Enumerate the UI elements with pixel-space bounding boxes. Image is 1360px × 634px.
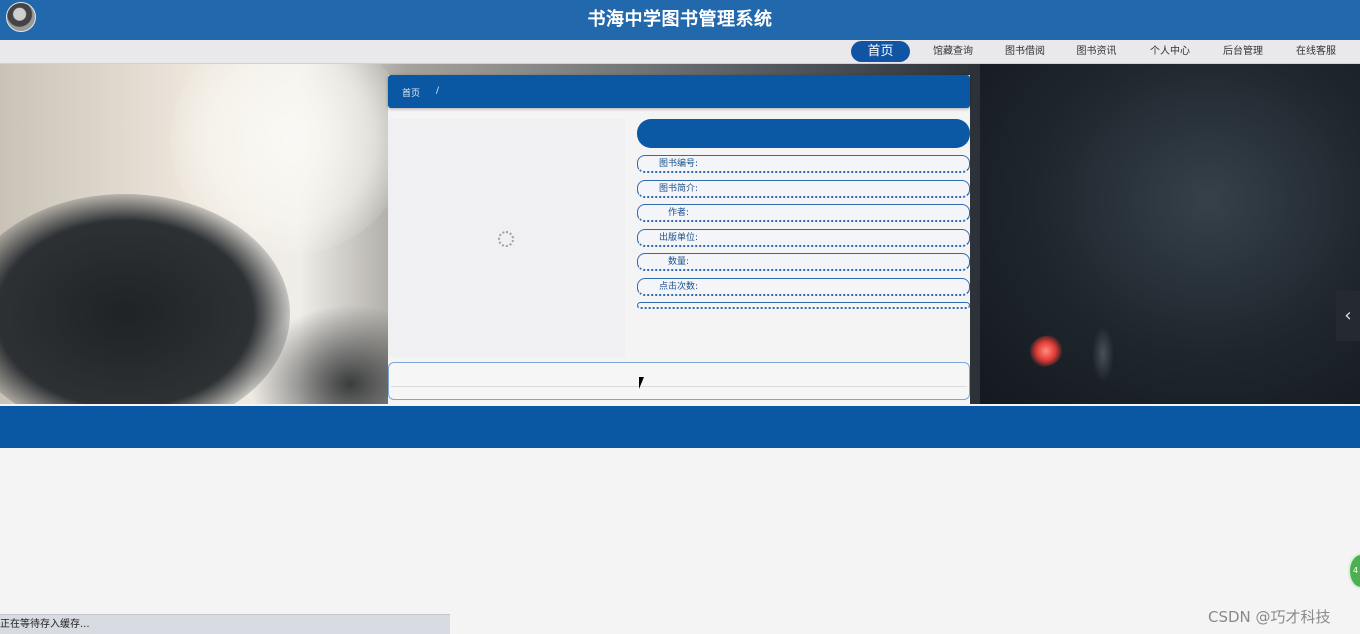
field-book-intro: 图书简介: — [637, 180, 970, 198]
field-empty — [637, 302, 970, 309]
field-book-number: 图书编号: — [637, 155, 970, 173]
book-detail-panel: 首页 / 图书编号: 图书简介: 作者: 出版单位: 数量: 点击次数: — [388, 75, 970, 405]
site-title: 书海中学图书管理系统 — [587, 9, 773, 30]
field-author: 作者: — [637, 204, 970, 222]
field-click-count: 点击次数: — [637, 278, 970, 296]
banner-haze — [1092, 326, 1114, 382]
site-header: 书海中学图书管理系统 — [0, 0, 1360, 40]
watermark: CSDN @巧才科技 — [1208, 608, 1331, 626]
breadcrumb: 首页 / — [388, 75, 970, 108]
field-label: 作者: — [668, 208, 690, 218]
breadcrumb-separator: / — [436, 86, 440, 96]
chevron-left-icon: ‹ — [1344, 305, 1352, 326]
field-label: 数量: — [668, 257, 690, 267]
nav-item-online-service[interactable]: 在线客服 — [1292, 44, 1340, 60]
divider — [391, 386, 967, 387]
loading-spinner-icon — [498, 231, 514, 247]
field-publisher: 出版单位: — [637, 229, 970, 247]
nav-item-admin[interactable]: 后台管理 — [1219, 44, 1267, 60]
breadcrumb-home[interactable]: 首页 — [402, 86, 420, 99]
nav-item-book-borrow[interactable]: 图书借阅 — [1001, 44, 1049, 60]
nav-item-collection-search[interactable]: 馆藏查询 — [930, 44, 976, 60]
action-box[interactable] — [388, 362, 970, 400]
book-title-bar — [637, 119, 970, 148]
nav-item-personal-center[interactable]: 个人中心 — [1146, 44, 1194, 60]
mouse-cursor-icon — [639, 377, 649, 389]
nav-item-home[interactable]: 首页 — [851, 41, 910, 62]
browser-status-bar: 正在等待存入缓存... — [0, 614, 450, 634]
nav-item-book-news[interactable]: 图书资讯 — [1073, 44, 1120, 60]
book-image — [388, 119, 625, 357]
footer-bar — [0, 406, 1360, 448]
field-label: 图书编号: — [659, 159, 699, 169]
floating-widget-button[interactable]: 4 — [1348, 553, 1360, 589]
carousel-prev-button[interactable]: ‹ — [1336, 291, 1360, 341]
field-quantity: 数量: — [637, 253, 970, 271]
field-label: 点击次数: — [659, 282, 699, 292]
field-label: 出版单位: — [659, 233, 699, 243]
field-label: 图书简介: — [659, 184, 699, 194]
top-nav: 首页 馆藏查询 图书借阅 图书资讯 个人中心 后台管理 在线客服 — [0, 40, 1360, 64]
